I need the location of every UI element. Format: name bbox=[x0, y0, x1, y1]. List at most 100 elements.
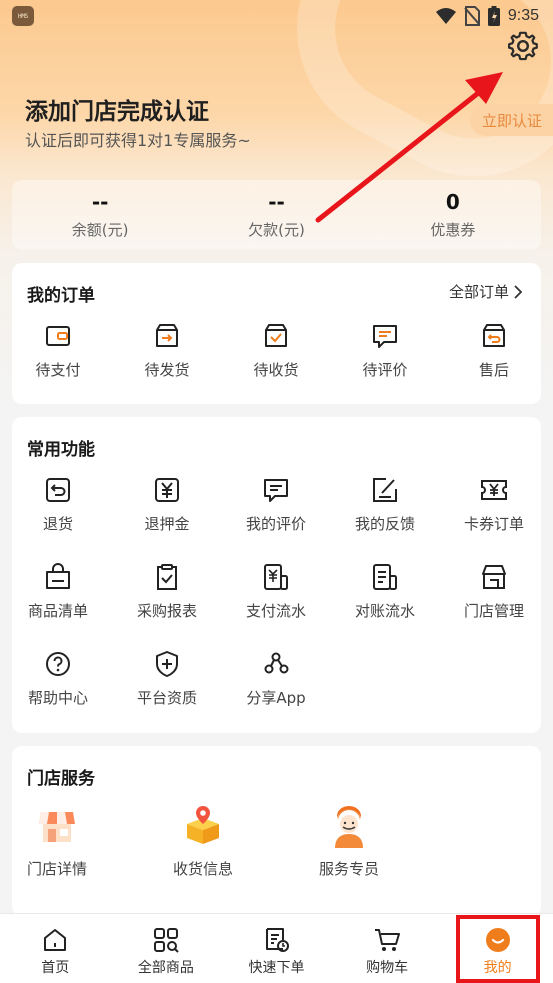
order-pending-review[interactable]: 待评价 bbox=[335, 321, 435, 380]
wallet-icon bbox=[46, 326, 70, 346]
payment-flow-icon bbox=[264, 564, 288, 590]
function-label: 对账流水 bbox=[354, 602, 415, 620]
balance-label: 余额(元) bbox=[71, 220, 129, 239]
order-pending-payment[interactable]: 待支付 bbox=[8, 321, 108, 380]
service-store-details[interactable]: 门店详情 bbox=[2, 804, 112, 879]
function-my-feedback[interactable]: 我的反馈 bbox=[335, 475, 435, 534]
box-arrow-icon bbox=[156, 324, 178, 347]
wifi-icon bbox=[435, 8, 456, 24]
comment-icon bbox=[373, 325, 397, 348]
profile-smile-icon bbox=[485, 928, 510, 952]
tab-label: 我的 bbox=[483, 960, 512, 976]
edit-icon bbox=[373, 478, 397, 502]
common-functions-card: 常用功能 退货 退押金 我的评价 我的反馈 卡券订单 商品清单 采购报表 支付流… bbox=[12, 417, 541, 733]
settings-button[interactable] bbox=[505, 28, 541, 64]
order-pending-shipment[interactable]: 待发货 bbox=[117, 321, 217, 380]
chevron-right-icon bbox=[514, 284, 523, 299]
balance-value: -- bbox=[91, 189, 109, 214]
function-help-center[interactable]: 帮助中心 bbox=[8, 649, 108, 708]
function-label: 退押金 bbox=[144, 515, 190, 533]
bag-icon bbox=[46, 563, 70, 589]
tab-cart[interactable]: 购物车 bbox=[332, 914, 443, 983]
order-pending-receipt[interactable]: 待收货 bbox=[226, 321, 326, 380]
return-box-icon bbox=[483, 324, 505, 347]
tab-mine[interactable]: 我的 bbox=[442, 914, 553, 983]
store-verify-title: 添加门店完成认证 bbox=[25, 99, 209, 125]
function-product-list[interactable]: 商品清单 bbox=[8, 562, 108, 621]
no-sim-icon bbox=[464, 6, 480, 26]
quick-order-icon bbox=[266, 928, 290, 952]
function-store-management[interactable]: 门店管理 bbox=[444, 562, 544, 621]
balance-item[interactable]: -- 余额(元) bbox=[12, 180, 188, 250]
service-label: 门店详情 bbox=[26, 860, 87, 878]
order-after-sales[interactable]: 售后 bbox=[444, 321, 544, 380]
function-refund-deposit[interactable]: 退押金 bbox=[117, 475, 217, 534]
order-item-label: 待支付 bbox=[35, 361, 81, 379]
return-icon bbox=[46, 478, 70, 502]
function-label: 帮助中心 bbox=[27, 689, 88, 707]
store-icon bbox=[482, 565, 506, 589]
clock: 9:35 bbox=[507, 7, 539, 24]
function-purchase-report[interactable]: 采购报表 bbox=[117, 562, 217, 621]
function-label: 分享App bbox=[246, 689, 306, 707]
share-icon bbox=[264, 652, 289, 674]
function-label: 退货 bbox=[42, 515, 73, 533]
function-label: 支付流水 bbox=[245, 602, 306, 620]
tab-label: 购物车 bbox=[366, 960, 409, 976]
courier-icon bbox=[335, 806, 363, 848]
tab-label: 全部商品 bbox=[137, 960, 194, 976]
order-item-label: 售后 bbox=[478, 361, 509, 379]
debt-item[interactable]: -- 欠款(元) bbox=[188, 180, 364, 250]
function-statement-flow[interactable]: 对账流水 bbox=[335, 562, 435, 621]
box-check-icon bbox=[265, 324, 287, 347]
function-label: 卡券订单 bbox=[463, 515, 524, 533]
home-icon bbox=[44, 929, 67, 951]
tab-all-products[interactable]: 全部商品 bbox=[111, 914, 222, 983]
status-bar: HMS 9:35 bbox=[0, 0, 553, 32]
function-payment-flow[interactable]: 支付流水 bbox=[226, 562, 326, 621]
store-verify-subtitle: 认证后即可获得1对1专属服务~ bbox=[25, 131, 251, 150]
function-label: 采购报表 bbox=[136, 602, 197, 620]
battery-icon bbox=[487, 6, 500, 26]
balance-summary: -- 余额(元) -- 欠款(元) 0 优惠券 bbox=[12, 180, 541, 250]
app-badge-icon: HMS bbox=[12, 6, 34, 26]
grid-search-icon bbox=[153, 928, 179, 953]
tab-label: 快速下单 bbox=[248, 960, 305, 976]
bottom-tab-bar: 首页 全部商品 快速下单 购物车 我的 bbox=[0, 913, 553, 983]
order-item-label: 待收货 bbox=[253, 361, 299, 379]
coupon-item[interactable]: 0 优惠券 bbox=[365, 180, 541, 250]
tab-label: 首页 bbox=[41, 960, 70, 976]
comment-icon bbox=[264, 479, 288, 502]
store-services-title: 门店服务 bbox=[27, 769, 95, 789]
orders-card: 我的订单 全部订单 待支付 待发货 待收货 待评价 售后 bbox=[12, 263, 541, 404]
gear-icon bbox=[508, 31, 538, 61]
service-label: 收货信息 bbox=[172, 860, 233, 878]
orders-title: 我的订单 bbox=[27, 286, 95, 306]
function-coupon-orders[interactable]: 卡券订单 bbox=[444, 475, 544, 534]
tab-quick-order[interactable]: 快速下单 bbox=[221, 914, 332, 983]
function-platform-qualification[interactable]: 平台资质 bbox=[117, 649, 217, 708]
clipboard-icon bbox=[157, 564, 177, 590]
tab-home[interactable]: 首页 bbox=[0, 914, 111, 983]
store-services-card: 门店服务 门店详情 收货信息 服务专员 bbox=[12, 746, 541, 916]
function-my-reviews[interactable]: 我的评价 bbox=[226, 475, 326, 534]
debt-label: 欠款(元) bbox=[248, 220, 305, 239]
all-orders-link[interactable]: 全部订单 bbox=[449, 281, 523, 302]
function-label: 我的评价 bbox=[245, 515, 306, 533]
coupon-label: 优惠券 bbox=[430, 220, 476, 239]
function-return[interactable]: 退货 bbox=[8, 475, 108, 534]
service-receiving-info[interactable]: 收货信息 bbox=[148, 804, 258, 879]
verify-now-button[interactable]: 立即认证 bbox=[470, 104, 553, 136]
function-label: 平台资质 bbox=[136, 689, 197, 707]
coupon-count: 0 bbox=[445, 189, 460, 214]
statement-icon bbox=[373, 564, 397, 590]
service-specialist[interactable]: 服务专员 bbox=[294, 804, 404, 879]
cart-icon bbox=[375, 929, 401, 951]
help-icon bbox=[46, 652, 70, 676]
status-icons: 9:35 bbox=[435, 6, 539, 26]
function-share-app[interactable]: 分享App bbox=[226, 649, 326, 708]
shop-icon bbox=[39, 812, 75, 842]
shield-plus-icon bbox=[156, 651, 178, 677]
service-label: 服务专员 bbox=[318, 860, 379, 878]
yen-icon bbox=[155, 478, 179, 502]
